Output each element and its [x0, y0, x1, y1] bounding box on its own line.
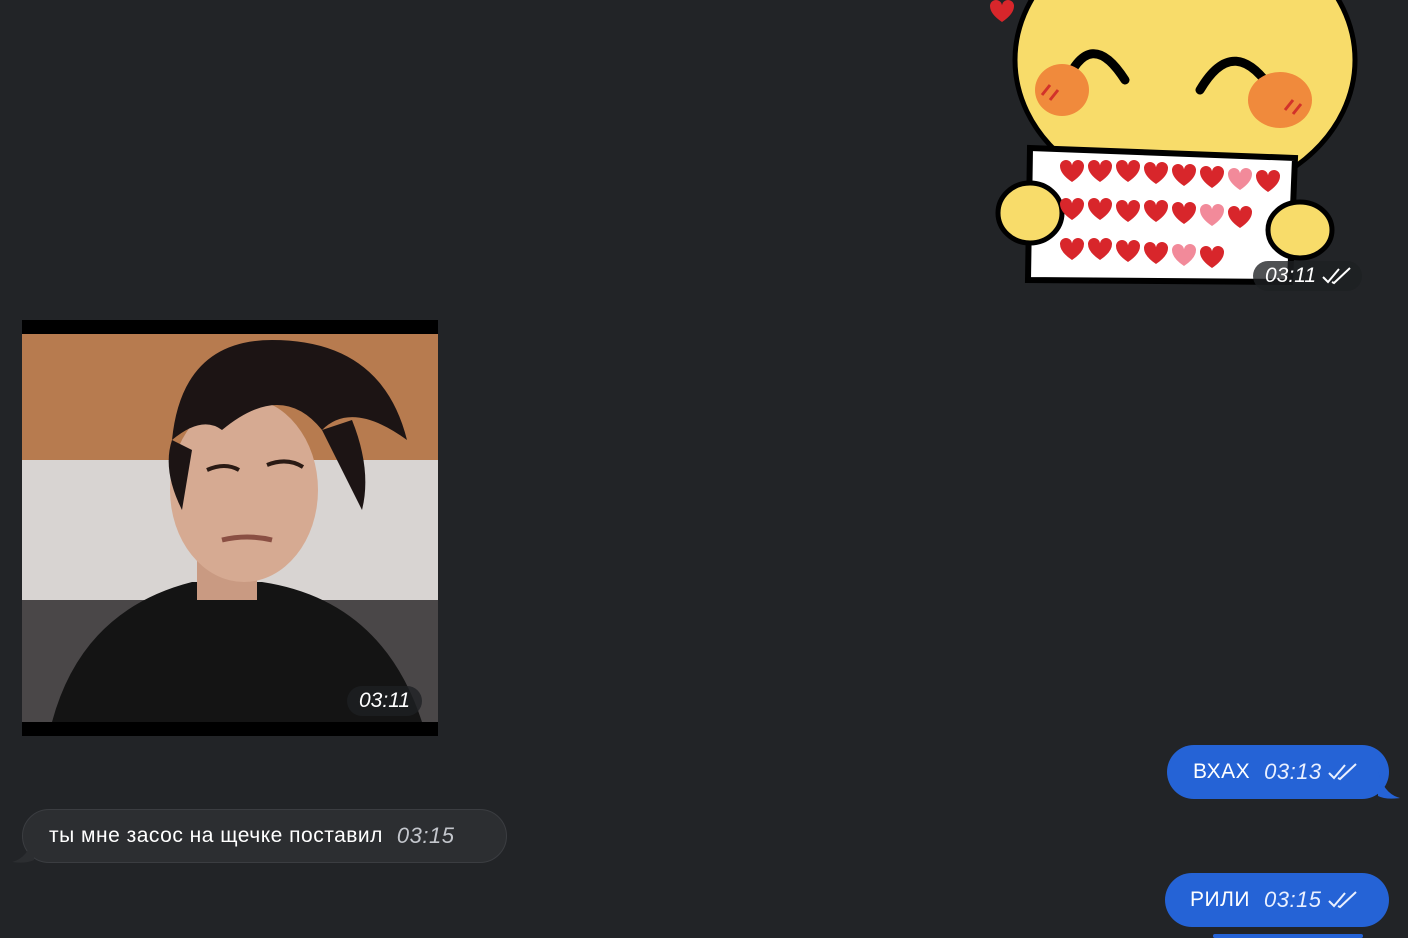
bubble-tail [12, 836, 34, 863]
sticker-message[interactable]: 03:11 [990, 0, 1362, 295]
next-message-edge [1213, 934, 1363, 938]
blushing-emoji-sticker-image [990, 0, 1358, 286]
message-time: 03:13 [1264, 759, 1322, 784]
outgoing-message-bubble[interactable]: ВХАХ 03:13 [1167, 745, 1389, 799]
sticker-time-badge: 03:11 [1253, 261, 1362, 291]
message-time: 03:15 [1263, 887, 1322, 912]
message-time: 03:11 [1265, 264, 1316, 287]
photo-time-badge: 03:11 [347, 686, 422, 716]
message-text: ВХАХ [1193, 760, 1251, 783]
message-time: 03:15 [396, 823, 455, 848]
incoming-message-bubble[interactable]: ты мне засос на щечке поставил 03:15 [22, 809, 507, 863]
photo-image [22, 320, 438, 736]
message-text: ты мне засос на щечке поставил [49, 824, 383, 847]
chat-area: 03:11 03:11 ВХАХ 03:13 ты мне засос на щ… [0, 0, 1408, 938]
outgoing-message-bubble[interactable]: РИЛИ 03:15 [1165, 873, 1389, 927]
message-text: РИЛИ [1190, 888, 1250, 911]
double-check-icon [1322, 267, 1351, 285]
message-time: 03:11 [359, 689, 410, 712]
bubble-tail [1378, 772, 1400, 799]
photo-message[interactable]: 03:11 [22, 320, 438, 736]
double-check-icon [1327, 891, 1357, 909]
double-check-icon [1327, 763, 1357, 781]
